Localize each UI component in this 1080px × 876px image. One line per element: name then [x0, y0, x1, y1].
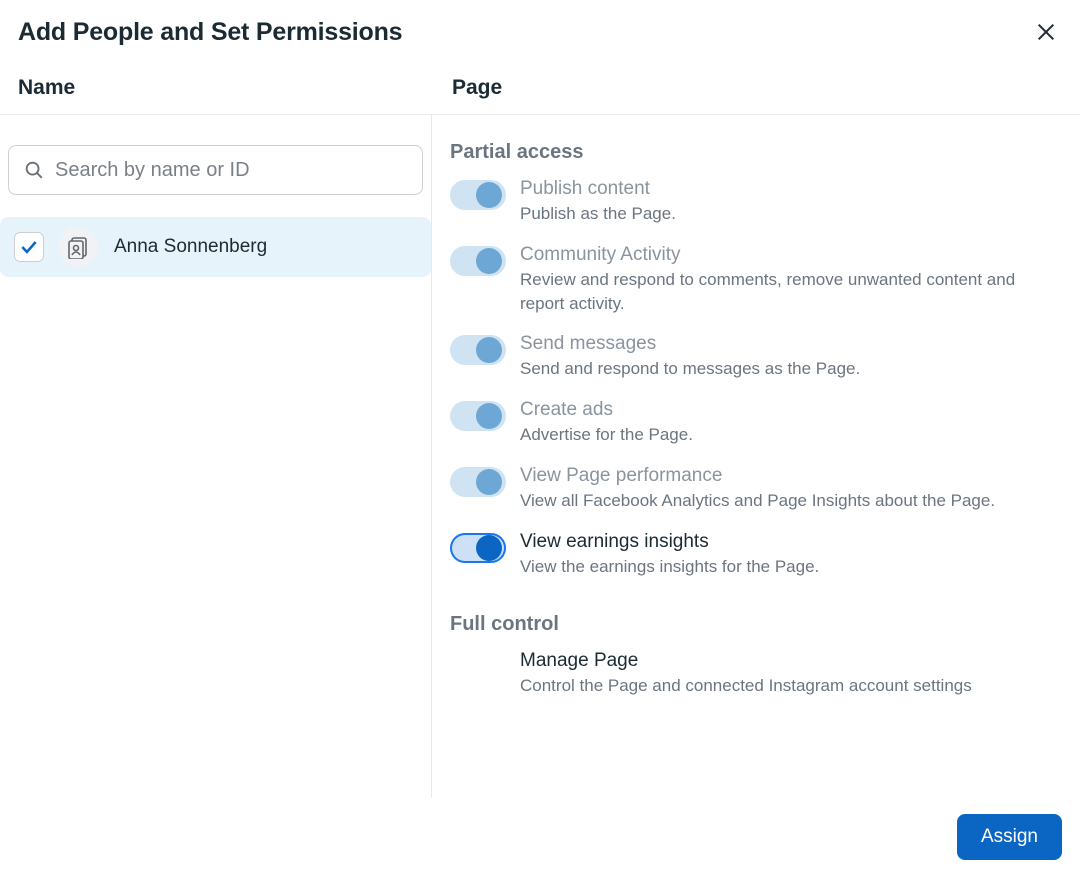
close-icon	[1035, 21, 1057, 43]
search-icon	[23, 159, 45, 181]
permission-title: Publish content	[520, 178, 1064, 200]
permission-community-activity: Community Activity Review and respond to…	[450, 244, 1064, 316]
permission-title: Manage Page	[520, 650, 1064, 672]
full-control-header: Full control	[450, 613, 1064, 636]
id-badge-icon	[66, 235, 90, 259]
permission-desc: Control the Page and connected Instagram…	[520, 674, 1064, 698]
permission-desc: View the earnings insights for the Page.	[520, 555, 1064, 579]
permission-title: Community Activity	[520, 244, 1064, 266]
dialog-title: Add People and Set Permissions	[18, 18, 402, 47]
check-icon	[19, 237, 39, 257]
toggle-create-ads[interactable]	[450, 401, 506, 431]
search-input[interactable]	[55, 159, 408, 182]
close-button[interactable]	[1030, 16, 1062, 48]
permissions-panel: Partial access Publish content Publish a…	[432, 115, 1080, 821]
permission-view-earnings-insights: View earnings insights View the earnings…	[450, 531, 1064, 579]
dialog-header: Add People and Set Permissions	[0, 0, 1080, 66]
permission-desc: Advertise for the Page.	[520, 423, 1064, 447]
permission-title: Create ads	[520, 399, 1064, 421]
name-column-header: Name	[0, 66, 432, 114]
permission-view-page-performance: View Page performance View all Facebook …	[450, 465, 1064, 513]
permission-publish-content: Publish content Publish as the Page.	[450, 178, 1064, 226]
person-checkbox[interactable]	[14, 232, 44, 262]
search-input-wrapper[interactable]	[8, 145, 423, 195]
avatar	[58, 227, 98, 267]
toggle-send-messages[interactable]	[450, 335, 506, 365]
full-control-section: Full control Manage Page Control the Pag…	[450, 613, 1064, 698]
permissions-dialog: Add People and Set Permissions Name Page	[0, 0, 1080, 876]
assign-button[interactable]: Assign	[957, 814, 1062, 860]
permission-title: View earnings insights	[520, 531, 1064, 553]
permission-manage-page: Manage Page Control the Page and connect…	[450, 650, 1064, 698]
toggle-view-page-performance[interactable]	[450, 467, 506, 497]
person-item[interactable]: Anna Sonnenberg	[0, 217, 431, 277]
permission-title: View Page performance	[520, 465, 1064, 487]
permission-title: Send messages	[520, 333, 1064, 355]
columns-header: Name Page	[0, 66, 1080, 115]
toggle-view-earnings-insights[interactable]	[450, 533, 506, 563]
partial-access-header: Partial access	[450, 141, 1064, 164]
toggle-community-activity[interactable]	[450, 246, 506, 276]
permission-desc: View all Facebook Analytics and Page Ins…	[520, 489, 1064, 513]
permission-desc: Publish as the Page.	[520, 202, 1064, 226]
permission-desc: Send and respond to messages as the Page…	[520, 357, 1064, 381]
dialog-body: Anna Sonnenberg Partial access Publish c…	[0, 115, 1080, 821]
permission-create-ads: Create ads Advertise for the Page.	[450, 399, 1064, 447]
page-column-header: Page	[432, 66, 1080, 114]
people-panel: Anna Sonnenberg	[0, 115, 432, 821]
person-name: Anna Sonnenberg	[114, 236, 267, 258]
dialog-footer: Assign	[0, 798, 1080, 876]
permission-send-messages: Send messages Send and respond to messag…	[450, 333, 1064, 381]
permission-desc: Review and respond to comments, remove u…	[520, 268, 1064, 316]
toggle-publish-content[interactable]	[450, 180, 506, 210]
